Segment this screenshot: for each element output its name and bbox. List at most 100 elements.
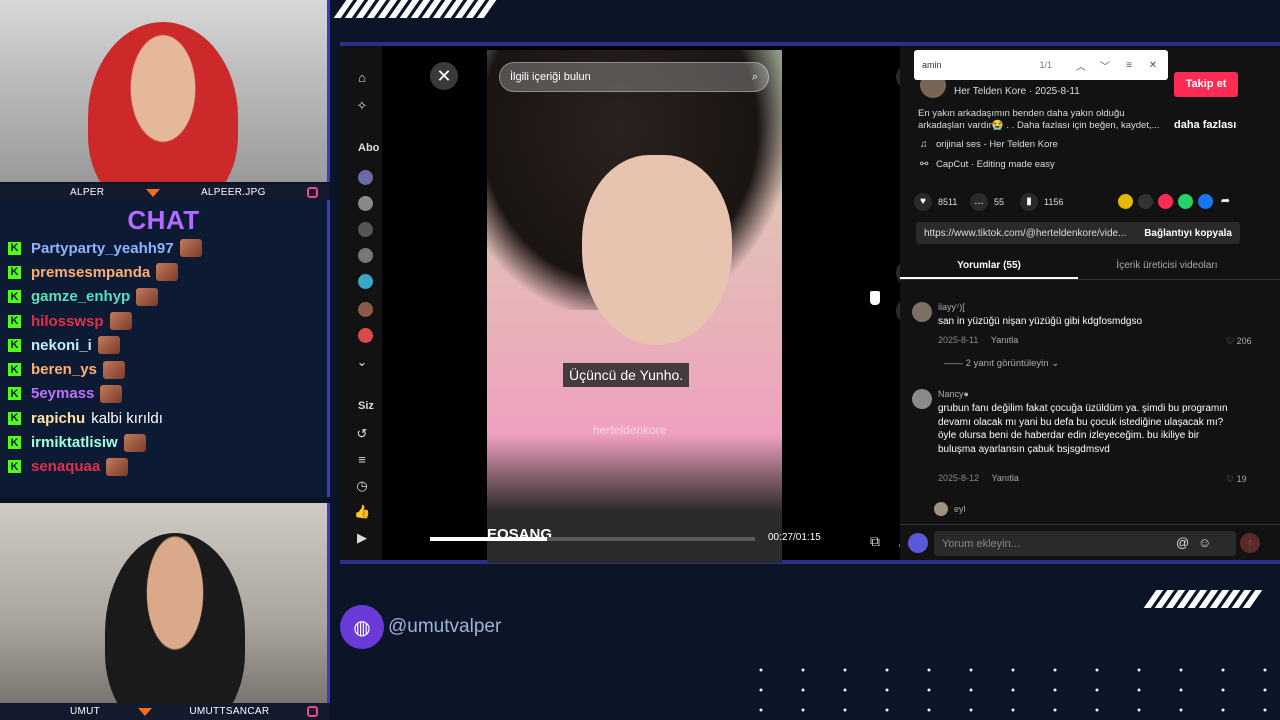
find-next-icon[interactable]: ﹀: [1098, 58, 1112, 73]
whatsapp-icon[interactable]: [1178, 194, 1193, 209]
cam-bottom-bar: UMUT UMUTTSANCAR: [0, 703, 330, 720]
video-viewer: ✕ İlgili içeriği bulun ⌕ Üçüncü de Yunho…: [382, 46, 922, 563]
chat-text: kalbi kırıldı: [91, 409, 163, 427]
close-button[interactable]: ✕: [430, 62, 458, 90]
comment-input[interactable]: [934, 531, 1236, 556]
find-prev-icon[interactable]: ︿: [1074, 58, 1088, 73]
globe-icon: ◍: [340, 605, 384, 649]
view-replies-toggle[interactable]: —— 2 yanıt görüntüleyin ⌄: [944, 358, 1059, 369]
comment-item: Nancy● grubun fanı değilim fakat çocuğa …: [912, 389, 1262, 489]
tab-comments[interactable]: Yorumlar (55): [900, 252, 1078, 279]
follow-button[interactable]: Takip et: [1174, 72, 1238, 97]
send-comment-button[interactable]: ↑: [1240, 533, 1260, 553]
kick-icon: K: [8, 411, 21, 425]
search-icon[interactable]: ⌕: [752, 71, 758, 84]
sound-line[interactable]: ♫ orijinal ses - Her Telden Kore: [920, 139, 1058, 150]
chevron-down-icon: ⌄: [1051, 358, 1060, 369]
related-search-input[interactable]: İlgili içeriği bulun ⌕: [499, 62, 769, 92]
kick-icon: K: [8, 363, 21, 377]
emote-icon: [102, 360, 125, 379]
capcut-line[interactable]: ⚯ CapCut · Editing made easy: [920, 159, 1055, 170]
chevron-down-icon[interactable]: ⌄: [354, 354, 370, 370]
share-arrow-icon[interactable]: ➦: [1218, 194, 1233, 209]
chat-message: Kpremsesmpanda: [0, 260, 327, 284]
emote-icon: [97, 336, 120, 355]
following-avatar[interactable]: [358, 196, 373, 211]
comment-like[interactable]: ♡ 19: [1226, 474, 1247, 485]
comment-like[interactable]: ♡ 206: [1226, 336, 1252, 347]
video-icon[interactable]: ▶: [354, 530, 370, 546]
following-avatar[interactable]: [358, 248, 373, 263]
explore-icon[interactable]: ✧: [354, 98, 370, 114]
kick-icon: K: [8, 387, 21, 401]
emote-icon: [123, 433, 146, 452]
cam-top-right-name: ALPEER.JPG: [200, 187, 266, 198]
details-panel: Her Telden Kore · 2025-8-11 Takip et En …: [900, 46, 1280, 560]
tab-creator-videos[interactable]: İçerik üreticisi videoları: [1078, 252, 1256, 279]
video-player[interactable]: İlgili içeriği bulun ⌕ Üçüncü de Yunho. …: [487, 50, 782, 563]
facebook-icon[interactable]: [1198, 194, 1213, 209]
following-avatar[interactable]: [358, 222, 373, 237]
reply-button[interactable]: Yanıtla: [991, 335, 1018, 345]
comment-stat[interactable]: … 55: [970, 193, 1004, 211]
capcut-icon: ⚯: [920, 159, 929, 170]
pip-icon[interactable]: ⧉: [864, 530, 886, 552]
following-avatar[interactable]: [358, 302, 373, 317]
chat-username: irmiktatlisiw: [31, 434, 118, 452]
heart-outline-icon: ♡: [1226, 474, 1235, 484]
related-search-placeholder: İlgili içeriği bulun: [510, 71, 591, 83]
avatar[interactable]: [934, 502, 948, 516]
comment-user[interactable]: eyl: [954, 504, 966, 514]
chat-message: Knekoni_i: [0, 333, 327, 357]
home-icon[interactable]: ⌂: [354, 70, 370, 86]
reply-button[interactable]: Yanıtla: [992, 473, 1019, 483]
kick-icon: K: [8, 460, 21, 474]
tabs: Yorumlar (55) İçerik üreticisi videoları: [900, 252, 1280, 280]
avatar: [908, 533, 928, 553]
heart-outline-icon: ♡: [1226, 336, 1235, 346]
clock-icon[interactable]: ◷: [354, 478, 370, 494]
comment-user[interactable]: ilayy⁷)[: [938, 302, 965, 312]
following-avatar[interactable]: [358, 274, 373, 289]
chat-message: K Partyparty_yeahh97: [0, 236, 327, 260]
comment-composer: @ ☺ ↑: [900, 524, 1280, 560]
chat-title: CHAT: [127, 205, 200, 235]
chat-message: Kberen_ys: [0, 357, 327, 381]
emote-icon: [109, 312, 132, 331]
instagram-icon: [306, 706, 318, 717]
comment-user[interactable]: Nancy●: [938, 389, 969, 399]
find-query[interactable]: amin: [922, 60, 1039, 70]
following-avatar[interactable]: [358, 170, 373, 185]
following-avatar[interactable]: [358, 328, 373, 343]
author-line[interactable]: Her Telden Kore · 2025-8-11: [954, 86, 1080, 97]
heart-icon: ♥: [914, 193, 932, 211]
chat-username: beren_ys: [31, 361, 97, 379]
chat-message: Kirmiktatlisiw: [0, 430, 327, 454]
chat-username: Partyparty_yeahh97: [31, 239, 174, 257]
chat-username: gamze_enhyp: [31, 288, 131, 306]
like-count: 8511: [938, 197, 958, 207]
find-close-icon[interactable]: ✕: [1146, 60, 1160, 71]
like-stat[interactable]: ♥ 8511: [914, 193, 957, 211]
history-icon[interactable]: ↺: [354, 426, 370, 442]
chat-list: K Partyparty_yeahh97 Kpremsesmpanda Kgamze_…: [0, 236, 327, 479]
copy-link-button[interactable]: Bağlantıyı kopyala: [1144, 228, 1232, 239]
webcam-bottom: [0, 503, 330, 703]
find-options-icon[interactable]: ≡: [1122, 60, 1136, 71]
kick-icon: K: [8, 338, 21, 352]
video-url[interactable]: https://www.tiktok.com/@herteldenkore/vi…: [924, 228, 1136, 239]
like-icon[interactable]: 👍: [354, 504, 370, 520]
coin-icon[interactable]: [1118, 194, 1133, 209]
more-link[interactable]: daha fazlası: [1174, 119, 1236, 131]
mention-icon[interactable]: @: [1176, 535, 1189, 550]
video-progress-bar[interactable]: [430, 537, 755, 541]
avatar[interactable]: [912, 389, 932, 409]
embed-icon[interactable]: [1138, 194, 1153, 209]
chat-username: 5eymass: [31, 385, 95, 403]
list-icon[interactable]: ≡: [354, 452, 370, 468]
save-stat[interactable]: ▮ 1156: [1020, 193, 1063, 211]
avatar[interactable]: [912, 302, 932, 322]
emoji-icon[interactable]: ☺: [1198, 535, 1211, 550]
comment-meta: 2025-8-11 Yanıtla: [938, 335, 1018, 345]
send-icon[interactable]: [1158, 194, 1173, 209]
